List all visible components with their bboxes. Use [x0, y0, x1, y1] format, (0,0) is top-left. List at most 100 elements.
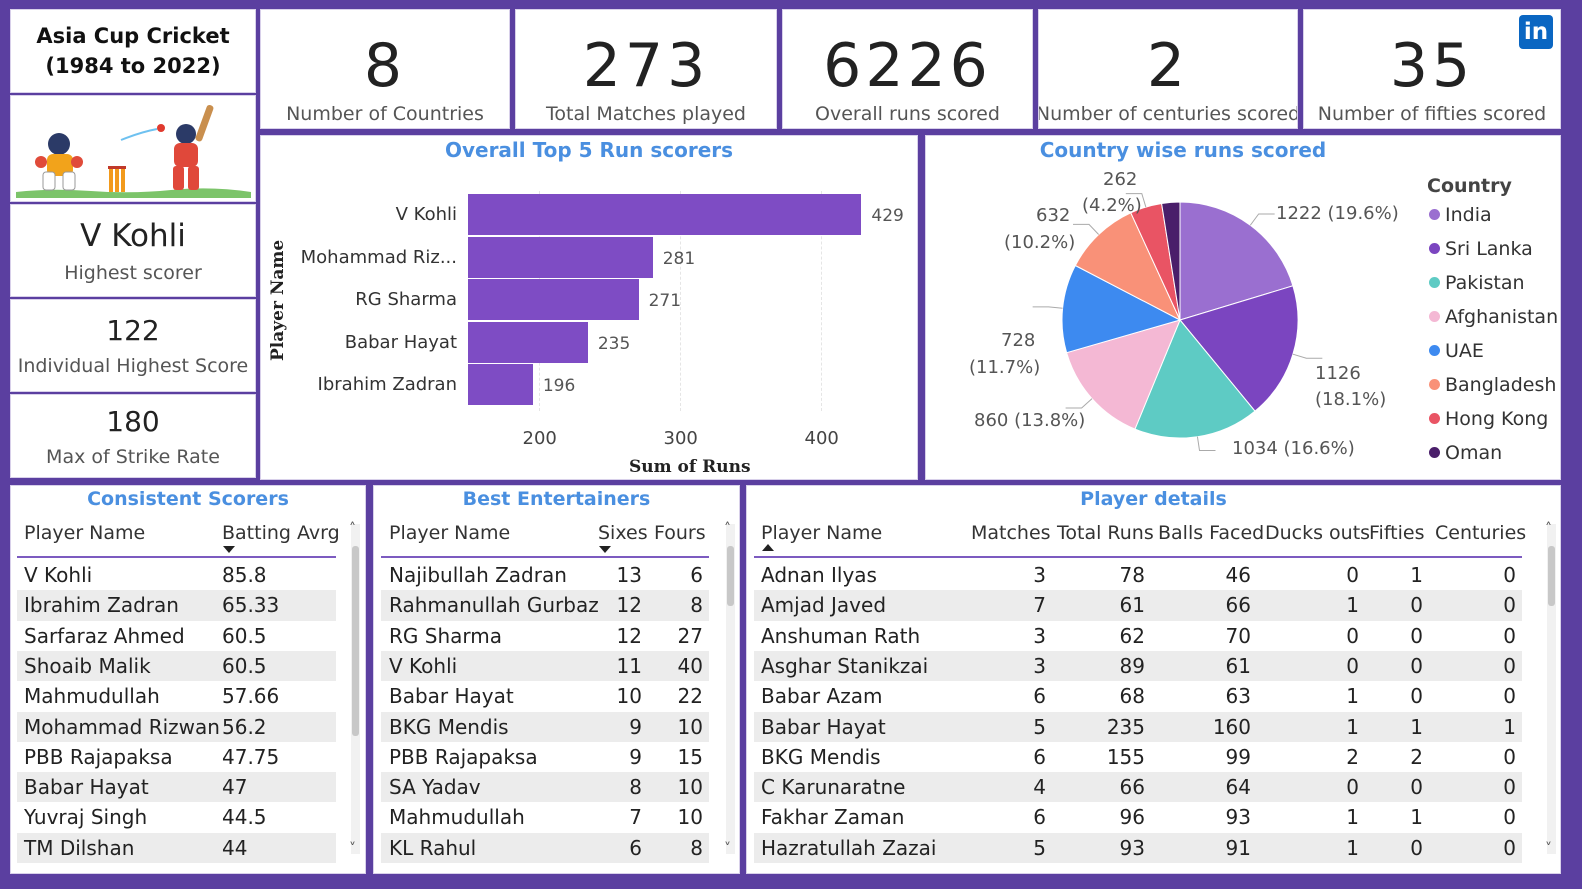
consistent-scorers-scrollbar[interactable]: ˄ ˅ [349, 522, 360, 856]
col-balls-faced[interactable]: Balls Faced [1158, 522, 1264, 544]
table-row[interactable]: C Karunaratne 4 66 64 0 0 0 [754, 772, 1522, 803]
col-player-name[interactable]: Player Name [761, 522, 882, 544]
scroll-up-icon[interactable]: ˄ [349, 522, 356, 536]
legend-item-bangladesh[interactable]: Bangladesh [1429, 374, 1556, 396]
legend-item-label: Pakistan [1445, 272, 1525, 294]
table-row[interactable]: SA Yadav 8 10 [381, 772, 709, 803]
bar-1[interactable] [468, 236, 653, 278]
kpi-centuries-value: 2 [1146, 31, 1190, 101]
table-row[interactable]: Amjad Javed 7 61 66 1 0 0 [754, 590, 1522, 621]
table-row[interactable]: Mahmudullah 57.66 [17, 681, 336, 711]
legend-item-label: Hong Kong [1445, 408, 1549, 430]
linkedin-icon[interactable]: in [1519, 15, 1553, 49]
table-cell-matches: 5 [1033, 714, 1046, 739]
table-cell-batting-avrg: 65.33 [222, 593, 280, 618]
table-row[interactable]: Babar Hayat 47 [17, 772, 336, 803]
scroll-thumb[interactable] [1548, 546, 1555, 606]
table-row[interactable]: Anshuman Rath 3 62 70 0 0 0 [754, 621, 1522, 651]
scroll-thumb[interactable] [352, 546, 359, 736]
col-matches[interactable]: Matches [971, 522, 1051, 544]
bar-4[interactable] [468, 364, 533, 405]
table-row[interactable]: Mohammad Rizwan 56.2 [17, 711, 336, 742]
legend-item-india[interactable]: India [1429, 204, 1492, 226]
table-cell-sixes: 8 [629, 775, 642, 800]
table-cell-batting-avrg: 60.5 [222, 653, 267, 678]
scroll-down-icon[interactable]: ˅ [1545, 842, 1552, 856]
table-cell-total-runs: 68 [1119, 684, 1145, 709]
scroll-up-icon[interactable]: ˄ [724, 522, 731, 536]
col-player-name[interactable]: Player Name [24, 522, 145, 544]
top-run-scorers-chart[interactable]: Overall Top 5 Run scorers Player Name 20… [260, 135, 918, 480]
table-row[interactable]: Hazratullah Zazai 5 93 91 1 0 0 [754, 832, 1522, 863]
table-cell-centuries: 0 [1503, 744, 1516, 769]
table-row[interactable]: PBB Rajapaksa 47.75 [17, 742, 336, 772]
scroll-down-icon[interactable]: ˅ [349, 842, 356, 856]
table-row[interactable]: Najibullah Zadran 13 6 [381, 560, 709, 590]
table-row[interactable]: Sarfaraz Ahmed 60.5 [17, 621, 336, 651]
bar-category-label: RG Sharma [355, 289, 457, 310]
table-cell-centuries: 0 [1503, 653, 1516, 678]
bar-0[interactable] [468, 194, 862, 235]
col-fifties[interactable]: Fifties [1369, 522, 1425, 544]
table-row[interactable]: Babar Hayat 5 235 160 1 1 1 [754, 711, 1522, 742]
sort-desc-icon[interactable] [599, 546, 611, 553]
table-cell-fifties: 0 [1410, 835, 1423, 860]
pie-leader-line [1073, 223, 1100, 235]
player-details-table[interactable]: Player details Player Name Matches Total… [746, 485, 1561, 874]
consistent-scorers-table[interactable]: Consistent Scorers Player Name Batting A… [10, 485, 366, 874]
col-ducks-outs[interactable]: Ducks outs [1265, 522, 1370, 544]
kpi-countries-label: Number of Countries [286, 103, 484, 125]
best-entertainers-scrollbar[interactable]: ˄ ˅ [724, 522, 735, 856]
legend-item-sri-lanka[interactable]: Sri Lanka [1429, 238, 1533, 260]
col-fours[interactable]: Fours [654, 522, 706, 544]
table-row[interactable]: V Kohli 85.8 [17, 560, 336, 590]
col-player-name[interactable]: Player Name [389, 522, 510, 544]
table-cell-fours: 8 [690, 593, 703, 618]
legend-item-afghanistan[interactable]: Afghanistan [1429, 306, 1558, 328]
scroll-down-icon[interactable]: ˅ [724, 842, 731, 856]
bar-chart-tick: 400 [804, 428, 839, 449]
bar-chart-plot: 200 300 400 V Kohli 429 Mohammad Riz... 281 RG … [261, 136, 917, 479]
table-row[interactable]: Adnan Ilyas 3 78 46 0 1 0 [754, 560, 1522, 590]
table-cell-sixes: 9 [629, 744, 642, 769]
table-row[interactable]: Fakhar Zaman 6 96 93 1 1 0 [754, 802, 1522, 832]
table-row[interactable]: Babar Hayat 10 22 [381, 681, 709, 711]
scroll-thumb[interactable] [727, 546, 734, 606]
bar-3[interactable] [468, 321, 588, 363]
col-total-runs[interactable]: Total Runs [1057, 522, 1154, 544]
legend-item-hong-kong[interactable]: Hong Kong [1429, 408, 1548, 430]
table-row[interactable]: Shoaib Malik 60.5 [17, 650, 336, 682]
table-cell-total-runs: 96 [1119, 805, 1145, 830]
table-row[interactable]: PBB Rajapaksa 9 15 [381, 742, 709, 772]
table-row[interactable]: Ibrahim Zadran 65.33 [17, 590, 336, 621]
table-cell-batting-avrg: 47 [222, 775, 248, 800]
table-row[interactable]: RG Sharma 12 27 [381, 621, 709, 651]
col-sixes[interactable]: Sixes [598, 522, 648, 544]
bar-chart-xlabel: Sum of Runs [629, 457, 751, 477]
table-row[interactable]: BKG Mendis 6 155 99 2 2 0 [754, 742, 1522, 772]
bar-2[interactable] [468, 279, 639, 320]
sort-asc-icon[interactable] [762, 544, 774, 551]
table-row[interactable]: V Kohli 11 40 [381, 650, 709, 682]
player-details-scrollbar[interactable]: ˄ ˅ [1545, 522, 1556, 856]
table-row[interactable]: Mahmudullah 7 10 [381, 802, 709, 832]
player-details-header: Player Name Matches Total Runs Balls Fac… [754, 514, 1526, 558]
scroll-up-icon[interactable]: ˄ [1545, 522, 1552, 536]
table-row[interactable]: TM Dilshan 44 [17, 832, 336, 863]
table-row[interactable]: KL Rahul 6 8 [381, 832, 709, 863]
best-entertainers-table[interactable]: Best Entertainers Player Name Sixes Four… [373, 485, 740, 874]
pie-label-bangladesh-pct: (10.2%) [1004, 232, 1076, 253]
sort-desc-icon[interactable] [223, 546, 235, 553]
table-row[interactable]: Babar Azam 6 68 63 1 0 0 [754, 681, 1522, 711]
table-row[interactable]: Asghar Stanikzai 3 89 61 0 0 0 [754, 650, 1522, 682]
table-row[interactable]: Yuvraj Singh 44.5 [17, 802, 336, 832]
col-centuries[interactable]: Centuries [1435, 522, 1526, 544]
country-runs-chart[interactable]: Country wise runs scored 1222 (19.6%) 11… [925, 135, 1561, 480]
legend-item-pakistan[interactable]: Pakistan [1429, 272, 1525, 294]
table-cell-centuries: 0 [1503, 563, 1516, 587]
col-batting-avrg[interactable]: Batting Avrg [222, 522, 340, 544]
table-row[interactable]: BKG Mendis 9 10 [381, 711, 709, 742]
legend-item-oman[interactable]: Oman [1429, 442, 1502, 464]
legend-item-uae[interactable]: UAE [1429, 340, 1484, 362]
table-row[interactable]: Rahmanullah Gurbaz 12 8 [381, 590, 709, 621]
